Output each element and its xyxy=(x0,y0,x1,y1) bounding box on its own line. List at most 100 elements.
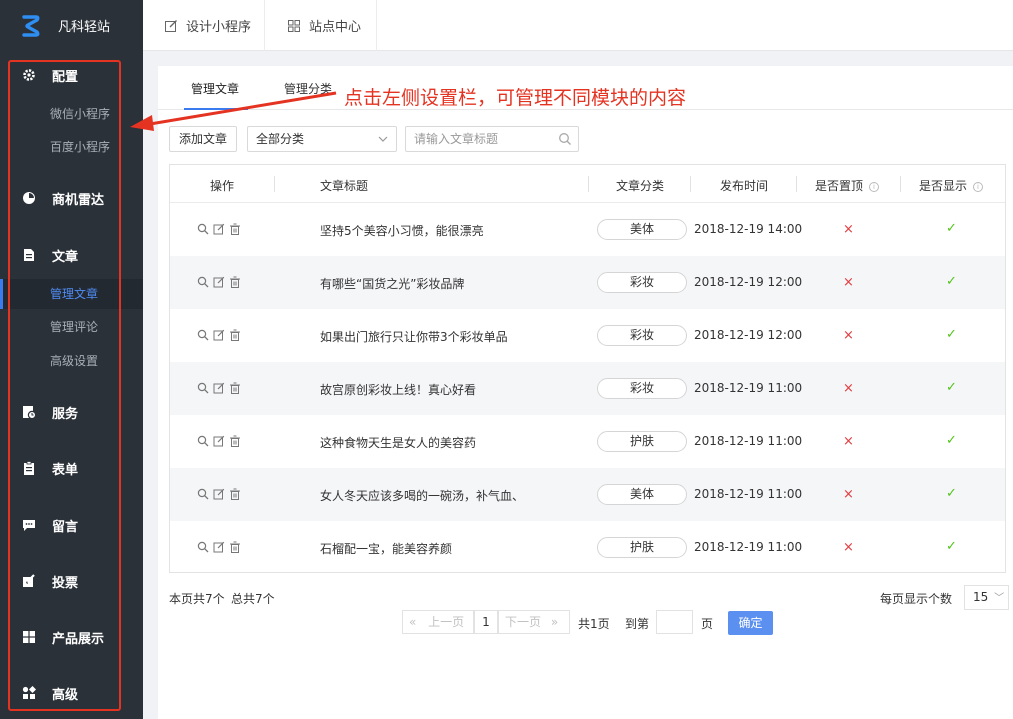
sidebar-subitem-wechat[interactable]: 微信小程序 xyxy=(0,99,143,129)
category-select-value: 全部分类 xyxy=(256,132,305,146)
row-actions xyxy=(197,488,241,500)
edit-icon[interactable] xyxy=(213,276,225,288)
article-title[interactable]: 故宫原创彩妆上线！真心好看 xyxy=(320,381,476,398)
search-icon[interactable] xyxy=(197,435,209,447)
sidebar-item-config[interactable]: 配置 xyxy=(0,65,143,85)
row-actions xyxy=(197,223,241,235)
pinned-toggle[interactable]: × xyxy=(843,487,854,502)
sidebar-item-products[interactable]: 产品展示 xyxy=(0,627,143,647)
table-row: 这种食物天生是女人的美容药 护肤 2018-12-19 11:00 × ✓ xyxy=(170,415,1005,468)
edit-icon[interactable] xyxy=(213,223,225,235)
article-title[interactable]: 如果出门旅行只让你带3个彩妆单品 xyxy=(320,328,508,345)
sidebar-item-article[interactable]: 文章 xyxy=(0,245,143,265)
article-title[interactable]: 有哪些“国货之光”彩妆品牌 xyxy=(320,275,464,292)
shown-toggle[interactable]: ✓ xyxy=(946,274,957,289)
sidebar-item-advanced[interactable]: 高级 xyxy=(0,683,143,703)
shown-toggle[interactable]: ✓ xyxy=(946,486,957,501)
articles-table: 操作 文章标题 文章分类 发布时间 是否置顶 i 是否显示 i 坚持5个美容小习惯，… xyxy=(169,164,1006,573)
page-number-1[interactable]: 1 xyxy=(474,610,498,634)
radar-icon xyxy=(22,191,36,205)
next-page-button[interactable]: 下一页 » xyxy=(498,610,570,634)
sidebar-subitem-advanced-settings[interactable]: 高级设置 xyxy=(0,346,143,376)
row-actions xyxy=(197,435,241,447)
pinned-toggle[interactable]: × xyxy=(843,328,854,343)
prev-page-button[interactable]: « 上一页 xyxy=(402,610,474,634)
search-icon[interactable] xyxy=(558,132,572,146)
search-icon[interactable] xyxy=(197,329,209,341)
column-header-shown[interactable]: 是否显示 i xyxy=(919,177,984,194)
category-select[interactable]: 全部分类 xyxy=(247,126,397,152)
column-header-pinned[interactable]: 是否置顶 i xyxy=(815,177,880,194)
tab-design-miniprogram[interactable]: 设计小程序 xyxy=(143,0,265,51)
sidebar-item-service[interactable]: 服务 xyxy=(0,402,143,422)
edit-icon[interactable] xyxy=(213,488,225,500)
column-divider xyxy=(274,176,275,192)
sidebar-subitem-manage-articles[interactable]: 管理文章 xyxy=(0,279,143,309)
tab-manage-articles[interactable]: 管理文章 xyxy=(191,80,239,97)
table-header: 操作 文章标题 文章分类 发布时间 是否置顶 i 是否显示 i xyxy=(170,165,1005,203)
trash-icon[interactable] xyxy=(229,329,241,341)
trash-icon[interactable] xyxy=(229,541,241,553)
publish-time: 2018-12-19 14:00 xyxy=(694,222,803,236)
search-icon[interactable] xyxy=(197,488,209,500)
shown-toggle[interactable]: ✓ xyxy=(946,433,957,448)
annotation-text: 点击左侧设置栏，可管理不同模块的内容 xyxy=(344,87,687,109)
edit-icon[interactable] xyxy=(213,541,225,553)
trash-icon[interactable] xyxy=(229,276,241,288)
edit-icon[interactable] xyxy=(213,329,225,341)
per-page-select[interactable]: 15 ﹀ xyxy=(964,585,1009,610)
add-article-button[interactable]: 添加文章 xyxy=(169,126,238,152)
tab-manage-categories[interactable]: 管理分类 xyxy=(284,80,332,97)
sidebar-item-radar[interactable]: 商机雷达 xyxy=(0,188,143,208)
per-page-value: 15 xyxy=(973,590,989,604)
clipboard-icon xyxy=(22,461,36,475)
tab-label: 站点中心 xyxy=(309,20,362,35)
article-title[interactable]: 这种食物天生是女人的美容药 xyxy=(320,434,476,451)
pagination: « 上一页 1 下一页 » xyxy=(402,610,570,634)
edit-icon[interactable] xyxy=(213,435,225,447)
search-icon[interactable] xyxy=(197,223,209,235)
goto-page-input[interactable] xyxy=(656,610,693,634)
trash-icon[interactable] xyxy=(229,488,241,500)
trash-icon[interactable] xyxy=(229,382,241,394)
category-tag: 彩妆 xyxy=(597,272,687,293)
pinned-toggle[interactable]: × xyxy=(843,434,854,449)
shown-toggle[interactable]: ✓ xyxy=(946,380,957,395)
column-header-time: 发布时间 xyxy=(720,179,769,193)
tab-site-center[interactable]: 站点中心 xyxy=(265,0,377,51)
page-unit-label: 页 xyxy=(701,617,714,631)
article-title[interactable]: 坚持5个美容小习惯，能很漂亮 xyxy=(320,222,484,239)
edit-icon[interactable] xyxy=(213,382,225,394)
search-input[interactable]: 请输入文章标题 xyxy=(405,126,579,152)
search-icon[interactable] xyxy=(197,276,209,288)
search-placeholder: 请输入文章标题 xyxy=(414,132,499,146)
trash-icon[interactable] xyxy=(229,435,241,447)
trash-icon[interactable] xyxy=(229,223,241,235)
info-icon: i xyxy=(869,182,880,192)
article-title[interactable]: 石榴配一宝，能美容养颜 xyxy=(320,540,452,557)
column-header-category: 文章分类 xyxy=(616,179,665,193)
pinned-toggle[interactable]: × xyxy=(843,222,854,237)
article-title[interactable]: 女人冬天应该多喝的一碗汤，补气血、 xyxy=(320,487,524,504)
search-icon[interactable] xyxy=(197,382,209,394)
confirm-button[interactable]: 确定 xyxy=(728,611,773,635)
sidebar-item-vote[interactable]: 投票 xyxy=(0,571,143,591)
sidebar-item-message[interactable]: 留言 xyxy=(0,515,143,535)
sidebar-item-form[interactable]: 表单 xyxy=(0,458,143,478)
shown-toggle[interactable]: ✓ xyxy=(946,327,957,342)
category-tag: 彩妆 xyxy=(597,325,687,346)
search-icon[interactable] xyxy=(197,541,209,553)
pinned-toggle[interactable]: × xyxy=(843,381,854,396)
shown-toggle[interactable]: ✓ xyxy=(946,539,957,554)
sidebar-subitem-manage-comments[interactable]: 管理评论 xyxy=(0,312,143,342)
sidebar-subitem-baidu[interactable]: 百度小程序 xyxy=(0,132,143,162)
sidebar-item-label: 商机雷达 xyxy=(52,192,105,208)
table-row: 女人冬天应该多喝的一碗汤，补气血、 美体 2018-12-19 11:00 × ✓ xyxy=(170,468,1005,521)
pinned-toggle[interactable]: × xyxy=(843,540,854,555)
logo-bar: 凡科轻站 xyxy=(0,0,143,51)
active-tab-indicator xyxy=(184,108,248,110)
top-bar: 设计小程序 站点中心 xyxy=(143,0,1013,51)
publish-time: 2018-12-19 12:00 xyxy=(694,328,803,342)
pinned-toggle[interactable]: × xyxy=(843,275,854,290)
shown-toggle[interactable]: ✓ xyxy=(946,221,957,236)
